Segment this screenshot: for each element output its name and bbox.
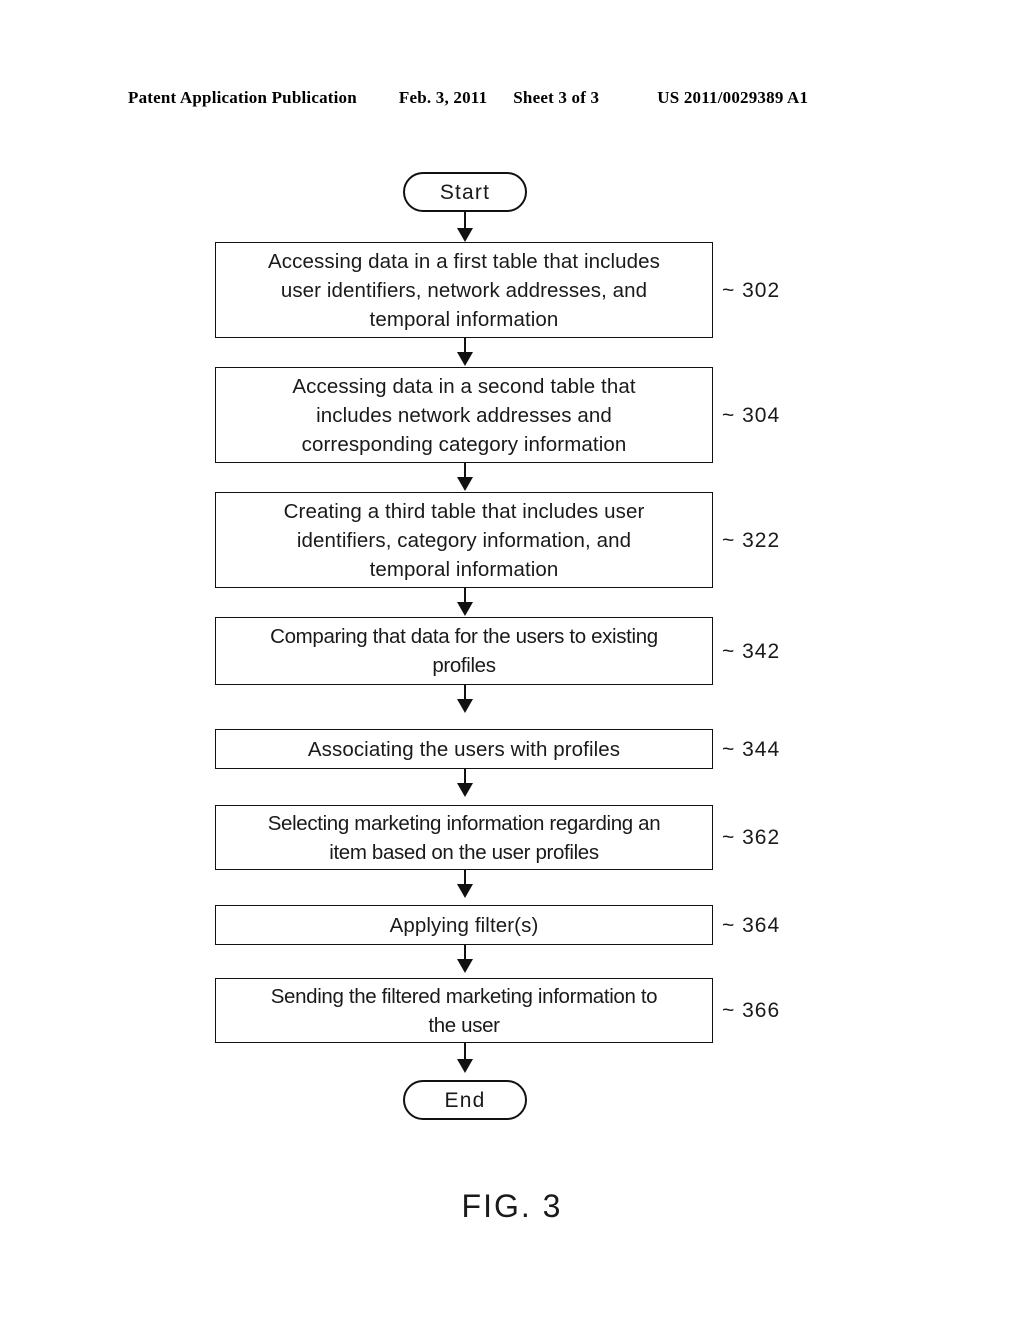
arrowhead-start-to-302 [457, 228, 473, 242]
arrowhead-344-to-362 [457, 783, 473, 797]
arrowhead-342-to-344 [457, 699, 473, 713]
flow-step-344: Associating the users with profiles [215, 729, 713, 769]
flow-ref-304: ~ 304 [722, 404, 781, 427]
flowchart-diagram: Start Accessing data in a first table th… [0, 0, 1024, 1320]
arrowhead-366-to-end [457, 1059, 473, 1073]
arrowhead-304-to-322 [457, 477, 473, 491]
arrowhead-302-to-304 [457, 352, 473, 366]
figure-caption: FIG. 3 [461, 1188, 563, 1224]
flow-step-362-text: Selecting marketing information regardin… [267, 811, 661, 864]
flow-ref-302: ~ 302 [722, 279, 781, 302]
arrowhead-364-to-366 [457, 959, 473, 973]
flow-step-322: Creating a third table that includes use… [215, 492, 713, 588]
flow-node-start-label: Start [439, 180, 491, 204]
flow-step-302: Accessing data in a first table that inc… [215, 242, 713, 338]
arrowhead-362-to-364 [457, 884, 473, 898]
flow-step-362: Selecting marketing information regardin… [215, 805, 713, 870]
arrowhead-322-to-342 [457, 602, 473, 616]
flow-node-end: End [403, 1080, 527, 1120]
flow-ref-362: ~ 362 [722, 826, 781, 849]
flow-step-302-text: Accessing data in a first table that inc… [268, 249, 660, 331]
flow-node-start: Start [403, 172, 527, 212]
flow-step-364: Applying filter(s) [215, 905, 713, 945]
flow-ref-344: ~ 344 [722, 738, 781, 761]
flow-step-366-text: Sending the filtered marketing informati… [270, 984, 658, 1037]
flow-step-342-text: Comparing that data for the users to exi… [270, 625, 658, 677]
flow-node-end-label: End [444, 1088, 486, 1112]
flow-step-322-text: Creating a third table that includes use… [283, 499, 645, 581]
flow-ref-322: ~ 322 [722, 529, 781, 552]
flow-ref-364: ~ 364 [722, 914, 781, 937]
flow-step-304-text: Accessing data in a second table that in… [292, 374, 636, 456]
flow-step-364-text: Applying filter(s) [389, 913, 539, 937]
flow-step-366: Sending the filtered marketing informati… [215, 978, 713, 1043]
flow-step-304: Accessing data in a second table that in… [215, 367, 713, 463]
flow-ref-366: ~ 366 [722, 999, 781, 1022]
flow-step-342: Comparing that data for the users to exi… [215, 617, 713, 685]
flow-step-344-text: Associating the users with profiles [307, 737, 621, 761]
flow-ref-342: ~ 342 [722, 640, 781, 663]
